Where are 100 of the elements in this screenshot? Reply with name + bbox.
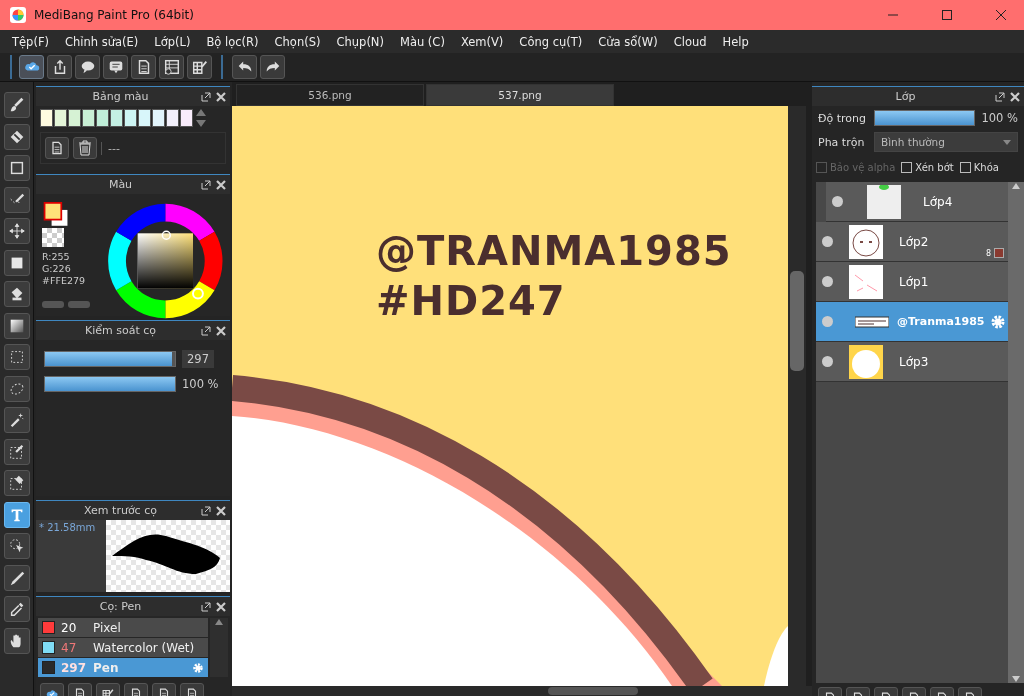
visibility-toggle[interactable] [822,236,833,247]
toolbar-button[interactable] [19,55,44,79]
toolbar-button[interactable] [187,55,212,79]
color-swatch[interactable] [166,109,179,127]
tool-button[interactable] [3,344,30,370]
color-swatch[interactable] [152,109,165,127]
visibility-toggle[interactable] [832,196,843,207]
scrollbar[interactable] [1008,182,1024,683]
visibility-toggle[interactable] [822,316,833,327]
tool-button[interactable] [3,533,30,559]
scroll-arrows-icon [194,108,208,128]
tool-button[interactable] [3,155,30,181]
opacity-value: 100 % [182,377,219,391]
scrollbar[interactable] [232,686,812,696]
list-icon [162,58,181,76]
color-swatch[interactable] [54,109,67,127]
pointer-icon [7,537,26,555]
menu-item[interactable]: Cửa sổ(W) [590,34,666,49]
menu-item[interactable]: Chỉnh sửa(E) [57,34,147,49]
color-swatch[interactable] [68,109,81,127]
layer-item[interactable]: Lớp2 8 [816,222,1008,262]
scrollbar[interactable] [210,618,228,677]
tool-button[interactable] [3,470,30,496]
menu-item[interactable]: Màu (C) [391,34,453,49]
menu-item[interactable]: Xem(V) [452,34,512,49]
canvas-text: #HD247 [376,277,566,326]
trash-icon [78,140,92,156]
menu-item[interactable]: Bộ lọc(R) [198,34,267,49]
size-value[interactable]: 297 [182,350,214,368]
layer-item[interactable]: Lớp3 [816,342,1008,382]
slider[interactable] [44,376,176,392]
window-title: MediBang Paint Pro (64bit) [34,8,195,22]
canvas-text: @TRANMA1985 [376,227,732,276]
close-icon [216,325,226,336]
toolbar-button[interactable] [159,55,184,79]
layer-thumbnail [867,184,901,219]
slider[interactable] [874,110,976,126]
color-swatch[interactable] [96,109,109,127]
tool-button[interactable] [3,627,30,654]
tool-button[interactable] [3,92,30,118]
toolbar-button[interactable] [131,55,156,79]
tool-button[interactable] [3,281,30,307]
tool-button[interactable] [3,501,30,528]
color-swatch[interactable] [82,109,95,127]
menu-item[interactable]: Chụp(N) [328,34,392,49]
close-icon [216,505,226,516]
menu-item[interactable]: Chọn(S) [266,34,329,49]
opacity-value: 100 % [981,111,1018,125]
new-palette-button[interactable] [45,137,69,159]
toolbar-button[interactable] [47,55,72,79]
tool-button[interactable] [3,218,30,244]
hex-value: #FFE279 [42,275,87,286]
canvas[interactable]: @TRANMA1985 #HD247 [232,106,788,686]
r-value: R:255 [42,251,71,262]
menu-item[interactable]: Help [714,34,757,49]
tool-button[interactable] [3,596,30,622]
close-icon [1010,91,1020,102]
color-swatch[interactable] [138,109,151,127]
select-pen-icon [7,442,26,461]
menu-item[interactable]: Cloud [665,34,715,49]
scrollbar[interactable] [788,106,806,686]
brush-item[interactable]: 47 Watercolor (Wet) [38,638,208,657]
tool-button[interactable] [3,249,30,276]
menu-item[interactable]: Lớp(L) [146,34,199,49]
color-swatch[interactable] [124,109,137,127]
tool-button[interactable] [3,123,30,150]
panel-title: Kiểm soát cọ [83,324,157,337]
panel-title: Cọ: Pen [98,600,143,613]
checkbox[interactable] [901,161,913,173]
slider[interactable] [44,351,176,367]
color-swatch[interactable] [110,109,123,127]
layer-item[interactable]: Lớp1 [816,262,1008,302]
menu-item[interactable]: Tệp(F) [4,34,57,49]
tool-button[interactable] [3,438,30,465]
checkbox-label: Bảo vệ alpha [830,161,896,173]
tool-button[interactable] [3,186,30,213]
document-tab[interactable]: 537.png [426,84,614,106]
color-swatch[interactable] [40,109,53,127]
brush-item[interactable]: 20 Pixel [38,618,208,637]
delete-button[interactable] [73,137,97,159]
tool-button[interactable] [3,312,30,339]
tool-button[interactable] [3,564,30,591]
layer-item[interactable]: Lớp4 [826,182,1008,222]
toolbar-button[interactable] [232,55,257,79]
toolbar-button[interactable] [75,55,100,79]
document-tab[interactable]: 536.png [236,84,424,106]
tool-button[interactable] [3,407,30,433]
checkbox-label: Xén bớt [915,161,954,173]
checkbox-label: Khóa [973,161,999,173]
toolbar-button[interactable] [260,55,285,79]
checkbox[interactable] [959,161,971,173]
visibility-toggle[interactable] [822,276,833,287]
color-swatch[interactable] [180,109,193,127]
blend-dropdown[interactable]: Bình thường [874,132,1018,152]
visibility-toggle[interactable] [822,356,833,367]
transparent-swatch[interactable] [42,227,64,247]
menu-item[interactable]: Công cụ(T) [511,34,591,49]
layer-name: @Tranma1985 [897,315,986,328]
toolbar-button[interactable] [103,55,128,79]
brush-name: Pen [93,660,120,675]
